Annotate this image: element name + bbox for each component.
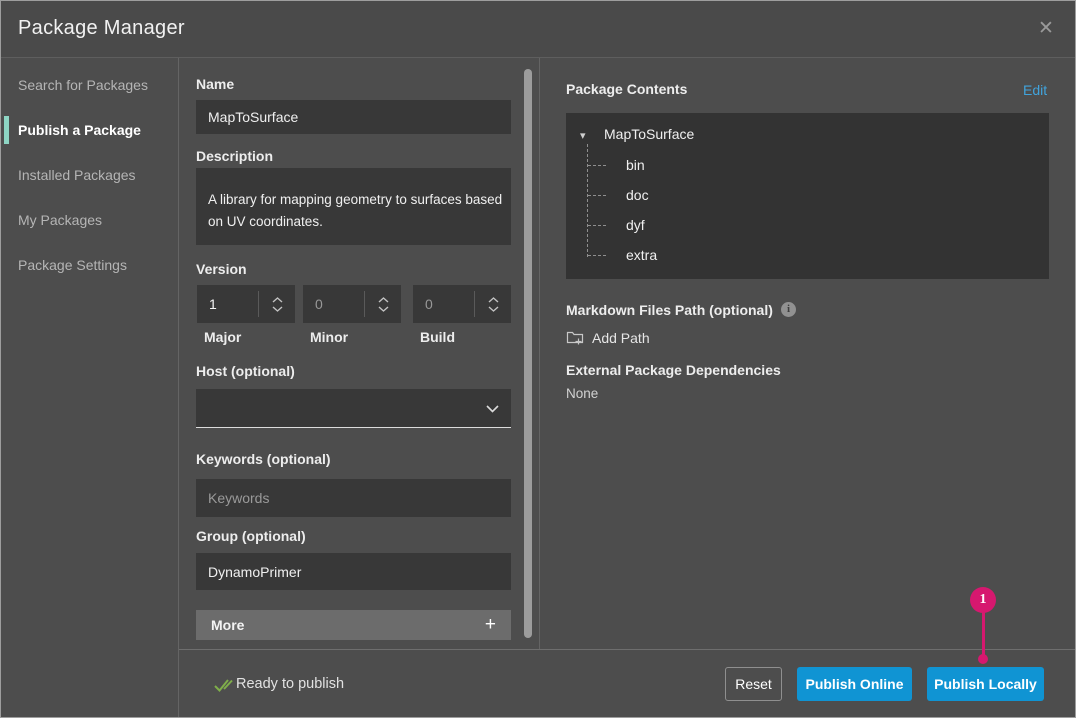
sidebar-item-label: Package Settings	[18, 257, 127, 273]
sidebar: Search for Packages Publish a Package In…	[1, 58, 179, 718]
tree-collapse-icon[interactable]: ▾	[580, 129, 586, 142]
sidebar-item-my-packages[interactable]: My Packages	[1, 206, 179, 234]
stepper-arrows	[365, 285, 401, 323]
title-bar: Package Manager ✕	[1, 1, 1075, 58]
publish-online-button[interactable]: Publish Online	[797, 667, 912, 701]
version-label: Version	[196, 261, 247, 277]
name-input[interactable]: MapToSurface	[196, 100, 511, 134]
sidebar-item-installed-packages[interactable]: Installed Packages	[1, 161, 179, 189]
tree-connector-line	[588, 255, 606, 256]
more-button-label: More	[211, 617, 244, 633]
status-text: Ready to publish	[236, 676, 344, 692]
panel-divider	[539, 58, 540, 649]
build-label: Build	[420, 329, 455, 345]
dialog-title: Package Manager	[18, 17, 185, 40]
plus-icon: +	[485, 614, 496, 636]
annotation-step-badge: 1	[970, 587, 996, 613]
version-minor-value: 0	[315, 285, 323, 323]
dependencies-value: None	[566, 386, 598, 401]
version-major-value: 1	[209, 285, 217, 323]
dependencies-label: External Package Dependencies	[566, 362, 781, 378]
chevron-down-icon	[486, 405, 499, 413]
tree-item-doc[interactable]: doc	[626, 187, 649, 203]
tree-connector-line	[588, 225, 606, 226]
group-value: DynamoPrimer	[208, 564, 301, 580]
tree-item-bin[interactable]: bin	[626, 157, 645, 173]
package-contents-tree: ▾ MapToSurface bin doc dyf extra	[566, 113, 1049, 279]
package-manager-dialog: Package Manager ✕ Search for Packages Pu…	[0, 0, 1076, 718]
sidebar-item-publish-a-package[interactable]: Publish a Package	[1, 116, 179, 144]
info-icon[interactable]: i	[781, 302, 796, 317]
name-label: Name	[196, 76, 234, 92]
chevron-down-icon	[488, 306, 499, 312]
description-label: Description	[196, 148, 273, 164]
publish-locally-button[interactable]: Publish Locally	[927, 667, 1044, 701]
keywords-placeholder: Keywords	[208, 490, 269, 506]
sidebar-item-label: Publish a Package	[18, 122, 141, 138]
publish-locally-label: Publish Locally	[934, 676, 1037, 692]
tree-connector-line	[588, 165, 606, 166]
form-scrollbar[interactable]	[524, 69, 532, 638]
edit-link[interactable]: Edit	[1023, 82, 1047, 98]
chevron-down-icon	[378, 306, 389, 312]
chevron-up-icon	[272, 297, 283, 303]
reset-button-label: Reset	[735, 676, 772, 692]
minor-label: Minor	[310, 329, 348, 345]
sidebar-item-label: Installed Packages	[18, 167, 136, 183]
version-minor-stepper[interactable]: 0	[303, 285, 401, 323]
add-path-button[interactable]: Add Path	[592, 330, 650, 346]
more-button[interactable]: More +	[196, 610, 511, 640]
tree-item-extra[interactable]: extra	[626, 247, 657, 263]
host-dropdown[interactable]	[196, 389, 511, 428]
version-build-value: 0	[425, 285, 433, 323]
annotation-dot	[978, 654, 988, 664]
ready-check-icon	[213, 677, 234, 693]
close-icon[interactable]: ✕	[1033, 16, 1059, 42]
sidebar-item-label: My Packages	[18, 212, 102, 228]
sidebar-item-package-settings[interactable]: Package Settings	[1, 251, 179, 279]
version-build-stepper[interactable]: 0	[413, 285, 511, 323]
publish-online-label: Publish Online	[805, 676, 903, 692]
tree-connector-line	[587, 144, 588, 257]
description-value: A library for mapping geometry to surfac…	[208, 192, 502, 229]
add-folder-icon[interactable]	[566, 329, 584, 345]
sidebar-item-label: Search for Packages	[18, 77, 148, 93]
package-contents-title: Package Contents	[566, 81, 687, 97]
stepper-arrows	[259, 285, 295, 323]
chevron-up-icon	[488, 297, 499, 303]
tree-root-item[interactable]: MapToSurface	[604, 126, 694, 142]
chevron-down-icon	[272, 306, 283, 312]
tree-connector-line	[588, 195, 606, 196]
markdown-path-label: Markdown Files Path (optional)	[566, 302, 773, 318]
group-label: Group (optional)	[196, 528, 306, 544]
description-input[interactable]: A library for mapping geometry to surfac…	[196, 168, 511, 245]
annotation-line	[982, 612, 985, 656]
stepper-arrows	[475, 285, 511, 323]
keywords-label: Keywords (optional)	[196, 451, 331, 467]
group-input[interactable]: DynamoPrimer	[196, 553, 511, 590]
major-label: Major	[204, 329, 241, 345]
sidebar-item-search-for-packages[interactable]: Search for Packages	[1, 71, 179, 99]
footer-divider	[179, 649, 1076, 650]
keywords-input[interactable]: Keywords	[196, 479, 511, 517]
chevron-up-icon	[378, 297, 389, 303]
tree-item-dyf[interactable]: dyf	[626, 217, 645, 233]
version-major-stepper[interactable]: 1	[197, 285, 295, 323]
host-label: Host (optional)	[196, 363, 295, 379]
reset-button[interactable]: Reset	[725, 667, 782, 701]
name-value: MapToSurface	[208, 109, 298, 125]
